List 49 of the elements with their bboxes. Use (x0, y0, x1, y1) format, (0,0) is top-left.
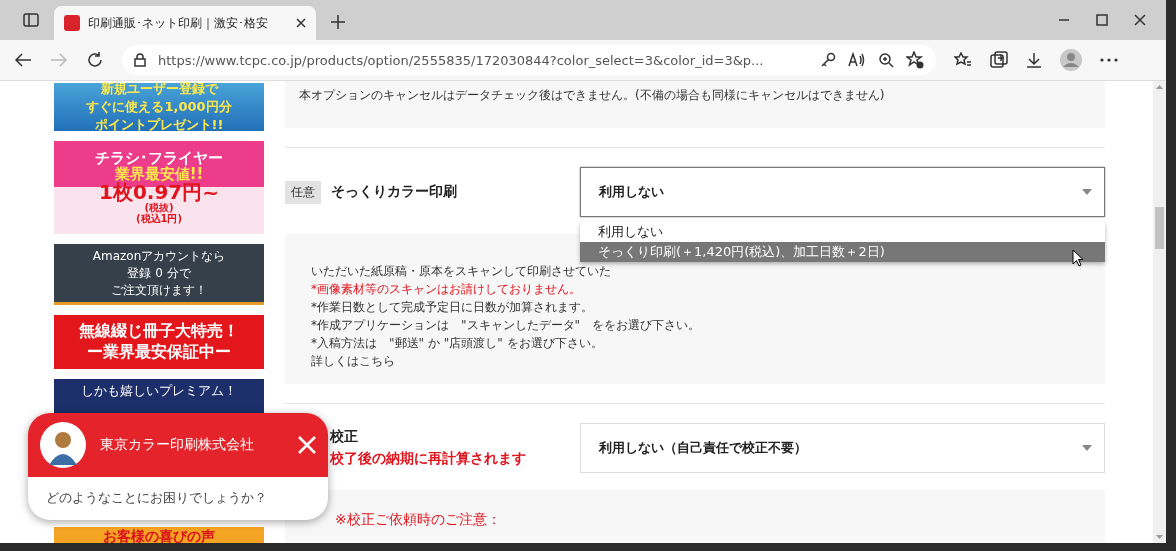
collections-icon[interactable] (990, 51, 1008, 69)
favorites-icon[interactable] (954, 52, 972, 68)
select-field[interactable]: 利用しない (580, 167, 1105, 217)
company-name: 東京カラー印刷株式会社 (100, 436, 255, 454)
note-text: *入稿方法は "郵送" か "店頭渡し" をお選び下さい。 (311, 335, 603, 352)
lock-icon (134, 53, 146, 67)
tab-actions-icon[interactable] (23, 12, 39, 28)
new-tab-icon[interactable] (330, 14, 346, 30)
note-text: *画像素材等のスキャンはお請けしておりません。 (311, 281, 581, 298)
notice-text: 本オプションのキャンセルはデータチェック後はできません。(不備の場合も同様にキャンセルはできません) (285, 81, 1105, 128)
download-icon[interactable] (1026, 52, 1042, 68)
star-add-icon[interactable] (906, 51, 924, 69)
cursor-icon (1072, 249, 1084, 267)
back-icon[interactable] (14, 52, 32, 68)
scrollbar[interactable] (1153, 81, 1166, 543)
points-banner[interactable]: 新規ユーザー登録で すぐに使える1,000円分 ポイントプレゼント!! (54, 83, 264, 131)
dropdown-caret-icon (1082, 189, 1092, 195)
dropdown-option[interactable]: 利用しない (580, 222, 1105, 242)
key-icon[interactable] (820, 52, 836, 68)
browser-tab[interactable]: 印刷通販･ネット印刷｜激安･格安 (54, 6, 316, 40)
option-label: 校正 (330, 428, 358, 446)
close-button[interactable] (298, 436, 316, 454)
read-aloud-icon[interactable] (848, 52, 866, 68)
note-text: *作成アプリケーションは "スキャンしたデータ" ををお選び下さい。 (311, 317, 701, 334)
dropdown-option[interactable]: そっくり印刷(＋1,420円(税込)、加工日数＋2日) (580, 242, 1105, 262)
more-icon[interactable] (1100, 58, 1118, 62)
maximize-icon[interactable] (1096, 14, 1108, 26)
refresh-icon[interactable] (86, 51, 104, 69)
select-field[interactable]: 利用しない（自己責任で校正不要） (580, 423, 1105, 473)
option-note: 校了後の納期に再計算されます (330, 450, 527, 468)
note-text: 詳しくはこちら (311, 353, 395, 370)
note-text: ※校正ご依頼時のご注意： (335, 510, 501, 528)
dropdown-caret-icon (1082, 445, 1092, 451)
address-bar[interactable]: https://www.tcpc.co.jp/products/option/2555835/172030844?color_select=3&color_id=3&p... (122, 45, 936, 75)
chat-message: どのようなことにお困りでしょうか？ (45, 489, 268, 507)
note-text: *作業日数として完成予定日に日数が加算されます。 (311, 299, 593, 316)
option-label: そっくりカラー印刷 (331, 183, 457, 201)
tab-title: 印刷通販･ネット印刷｜激安･格安 (88, 14, 269, 32)
flyer-banner[interactable]: チラシ･フライヤー 業界最安値!! 1枚0.97円~ (税抜) (税込1円) (54, 141, 264, 234)
note-text: いただいた紙原稿・原本をスキャンして印刷させていた (311, 263, 611, 280)
url-text: https://www.tcpc.co.jp/products/option/2555835/172030844?color_select=3&color_id=3&p... (158, 52, 765, 68)
booklet-banner[interactable]: 無線綴じ冊子大特売！ ー業界最安保証中ー (54, 315, 264, 369)
optional-badge: 任意 (285, 180, 321, 204)
amazon-banner[interactable]: Amazonアカウントなら 登録 0 分で ご注文頂けます！ (54, 244, 264, 305)
close-icon[interactable] (1134, 14, 1146, 26)
zoom-in-icon[interactable] (878, 52, 894, 68)
close-icon[interactable] (296, 18, 306, 28)
profile-icon[interactable] (1060, 49, 1082, 71)
favicon-icon (64, 15, 80, 31)
